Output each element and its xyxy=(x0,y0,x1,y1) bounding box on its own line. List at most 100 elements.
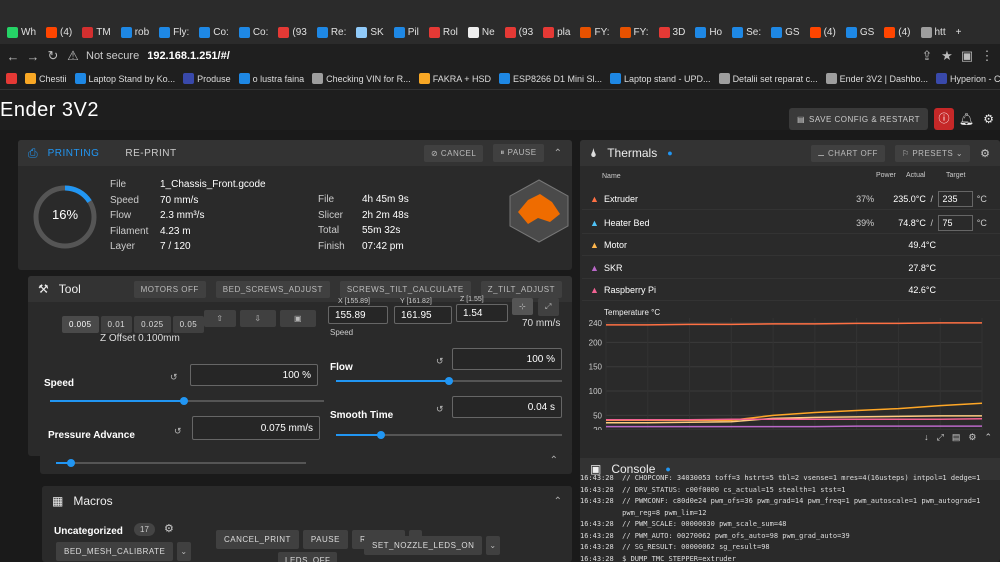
notifications-bell-icon[interactable]: 🔔︎ xyxy=(959,112,974,126)
back-icon[interactable]: ← xyxy=(6,49,20,64)
macro-bed-mesh-calibrate[interactable]: BED_MESH_CALIBRATE xyxy=(56,542,174,561)
macro-chevron-icon[interactable]: ⌄ xyxy=(177,542,191,561)
share-icon[interactable]: ⇪ xyxy=(920,48,934,64)
bookmark-item[interactable]: Checking VIN for R... xyxy=(312,73,411,84)
bookmark-star-icon[interactable]: ★ xyxy=(940,48,954,64)
browser-tab[interactable]: GS xyxy=(768,26,802,38)
presets-button[interactable]: ⚐ PRESETS ⌄ xyxy=(894,144,971,162)
speed-input[interactable]: 100 % xyxy=(190,364,318,386)
pa-slider-track[interactable] xyxy=(56,462,306,464)
clear-icon[interactable]: ▤ xyxy=(952,432,961,443)
youtube-icon[interactable] xyxy=(6,73,17,84)
flow-slider-knob[interactable] xyxy=(445,377,453,385)
thermal-name[interactable]: SKR xyxy=(604,263,864,273)
browser-tab[interactable]: FY: xyxy=(617,26,652,38)
collapse-chevron-icon[interactable]: ⌃ xyxy=(554,496,562,507)
info-icon[interactable]: ● xyxy=(667,148,672,158)
flow-input[interactable]: 100 % xyxy=(452,348,562,370)
scroll-down-icon[interactable]: ↓ xyxy=(924,432,929,443)
pa-reset-icon[interactable]: ↺ xyxy=(174,426,182,437)
settings-gear-icon[interactable]: ⚙ xyxy=(983,112,994,126)
tab-printing[interactable]: PRINTING xyxy=(48,148,100,159)
browser-tab[interactable]: Pil xyxy=(391,26,422,38)
z-step-0025[interactable]: 0.025 xyxy=(134,316,171,333)
z-offset-down-button[interactable]: ⇩ xyxy=(240,310,276,327)
chart-off-button[interactable]: ⚊ CHART OFF xyxy=(810,144,885,162)
warning-icon[interactable]: ⚠ xyxy=(66,48,80,64)
thermal-target-input[interactable]: 75 xyxy=(937,214,973,231)
browser-tab[interactable]: Se: xyxy=(729,26,764,38)
bed-screws-adjust-button[interactable]: BED_SCREWS_ADJUST xyxy=(215,280,330,298)
collapse-chevron-icon[interactable]: ⌃ xyxy=(984,432,992,443)
console-settings-gear-icon[interactable]: ⚙ xyxy=(968,432,976,443)
browser-tab[interactable]: FY: xyxy=(577,26,612,38)
expand-icon[interactable]: ⤢ xyxy=(937,432,944,443)
thermal-name[interactable]: Raspberry Pi xyxy=(604,285,864,295)
save-config-restart-button[interactable]: ▤ SAVE CONFIG & RESTART xyxy=(788,108,928,130)
browser-tab[interactable]: (4) xyxy=(881,26,913,38)
z-offset-save-button[interactable]: ▣ xyxy=(280,310,316,327)
browser-tab[interactable]: rob xyxy=(118,26,152,38)
forward-icon[interactable]: → xyxy=(26,49,40,64)
browser-tab[interactable]: SK xyxy=(353,26,386,38)
pa-slider-knob[interactable] xyxy=(67,459,75,467)
new-tab-button[interactable]: + xyxy=(953,27,965,38)
z-position-input[interactable]: 1.54 xyxy=(456,304,508,322)
speed-reset-icon[interactable]: ↺ xyxy=(170,372,178,383)
thermals-settings-gear-icon[interactable]: ⚙ xyxy=(980,147,990,160)
bookmark-item[interactable]: Hyperion - Configu... xyxy=(936,73,1000,84)
bookmark-item[interactable]: o lustra faina xyxy=(238,73,304,84)
browser-tab[interactable]: GS xyxy=(843,26,877,38)
z-offset-up-button[interactable]: ⇧ xyxy=(204,310,236,327)
browser-tab[interactable]: Fly: xyxy=(156,26,192,38)
browser-tab[interactable]: Ho xyxy=(692,26,725,38)
smooth-time-input[interactable]: 0.04 s xyxy=(452,396,562,418)
absolute-move-toggle[interactable]: ⤢ xyxy=(538,298,559,316)
bookmark-item[interactable]: Chestii xyxy=(25,73,67,84)
thermal-name[interactable]: Extruder xyxy=(604,194,856,204)
z-tilt-adjust-button[interactable]: Z_TILT_ADJUST xyxy=(480,280,562,298)
browser-tab[interactable]: Rol xyxy=(426,26,461,38)
screws-tilt-calculate-button[interactable]: SCREWS_TILT_CALCULATE xyxy=(339,280,471,298)
browser-tab[interactable]: Co: xyxy=(196,26,232,38)
smooth-time-slider-knob[interactable] xyxy=(377,431,386,439)
collapse-chevron-icon[interactable]: ⌃ xyxy=(554,148,562,159)
browser-tab[interactable]: (93 xyxy=(502,26,536,38)
macro-settings-gear-icon[interactable]: ⚙ xyxy=(164,522,174,535)
browser-tab[interactable]: Co: xyxy=(236,26,272,38)
menu-icon[interactable]: ⋮ xyxy=(980,48,994,64)
macro-cancel-print[interactable]: CANCEL_PRINT xyxy=(216,530,299,549)
motors-off-button[interactable]: MOTORS OFF xyxy=(133,280,206,298)
collapse-chevron-icon[interactable]: ⌃ xyxy=(550,455,558,466)
url-field[interactable]: Not secure 192.168.1.251/#/ xyxy=(86,50,230,62)
flow-reset-icon[interactable]: ↺ xyxy=(436,356,444,367)
thermal-name[interactable]: Motor xyxy=(604,240,864,250)
bookmark-item[interactable]: Produse xyxy=(183,73,231,84)
cancel-print-button[interactable]: ⊘ CANCEL xyxy=(423,144,484,162)
emergency-stop-button[interactable]: ⓘ xyxy=(934,108,954,130)
reload-icon[interactable]: ↻ xyxy=(46,48,60,64)
browser-tab[interactable]: (4) xyxy=(807,26,839,38)
bookmark-item[interactable]: Detalii set reparat c... xyxy=(718,73,818,84)
browser-tab[interactable]: Re: xyxy=(314,26,350,38)
y-position-input[interactable]: 161.95 xyxy=(394,306,452,324)
z-step-001[interactable]: 0.01 xyxy=(100,316,133,333)
thermal-target-input[interactable]: 235 xyxy=(937,190,973,207)
x-position-input[interactable]: 155.89 xyxy=(328,306,388,324)
extensions-icon[interactable]: ▣ xyxy=(960,48,974,64)
browser-tab[interactable]: htt xyxy=(918,26,949,38)
pause-print-button[interactable]: ⏸ PAUSE xyxy=(493,144,544,162)
relative-move-toggle[interactable]: ⊹ xyxy=(512,298,534,315)
tab-reprint[interactable]: RE-PRINT xyxy=(125,148,176,159)
smooth-time-reset-icon[interactable]: ↺ xyxy=(436,404,444,415)
browser-tab[interactable]: Ne xyxy=(465,26,498,38)
macro-chevron-icon[interactable]: ⌄ xyxy=(486,536,500,555)
macro-set-nozzle-leds-on[interactable]: SET_NOZZLE_LEDS_ON xyxy=(364,536,483,555)
bookmark-item[interactable]: Laptop Stand by Ko... xyxy=(74,73,175,84)
browser-tab[interactable]: 3D xyxy=(656,26,689,38)
bookmark-item[interactable]: ESP8266 D1 Mini Sl... xyxy=(498,73,602,84)
browser-tab[interactable]: pla xyxy=(540,26,573,38)
speed-slider-knob[interactable] xyxy=(180,397,189,405)
browser-tab[interactable]: Wh xyxy=(4,26,39,38)
z-step-005[interactable]: 0.05 xyxy=(172,316,205,333)
